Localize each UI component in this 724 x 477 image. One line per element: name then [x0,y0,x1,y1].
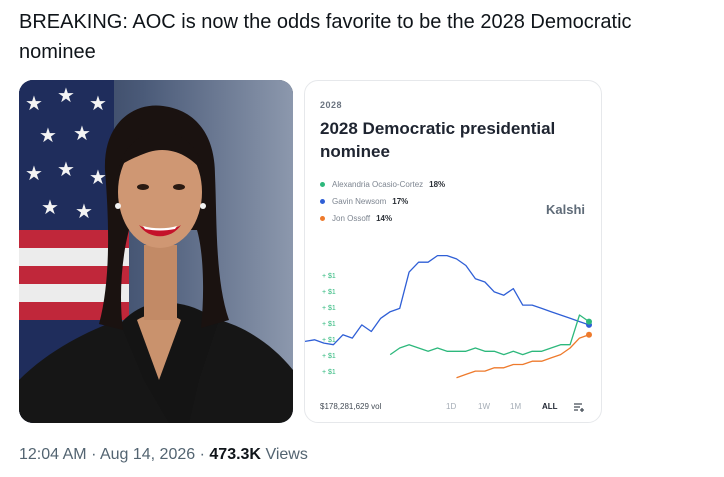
y-tick-label: + $1 [322,305,336,312]
legend-item: Jon Ossoff 14% [320,210,445,227]
svg-text:★: ★ [25,161,43,185]
series-line [305,254,590,346]
legend-name: Gavin Newsom [332,197,387,206]
series-line [389,314,590,356]
svg-text:★: ★ [75,199,93,223]
tweet-meta: 12:04 AM · Aug 14, 2026 · 473.3K Views [19,446,308,464]
svg-text:★: ★ [41,195,59,219]
svg-text:★: ★ [73,121,91,145]
chart-legend: Alexandria Ocasio-Cortez 18% Gavin Newso… [320,176,445,227]
legend-dot-icon [320,182,325,187]
kalshi-logo: Kalshi [545,202,585,217]
legend-item: Alexandria Ocasio-Cortez 18% [320,176,445,193]
y-tick-label: + $1 [322,353,336,360]
y-tick-label: + $1 [322,273,336,280]
tweet-time[interactable]: 12:04 AM [19,446,87,463]
tweet-media[interactable]: ★ ★ ★ ★ ★ ★ ★ ★ ★ ★ 2028 2028 Democratic presi… [19,80,603,424]
svg-text:★: ★ [39,123,57,147]
range-tabs: 1D 1W 1M ALL [446,402,574,411]
y-tick-label: + $1 [322,321,336,328]
series-end-point [586,318,592,325]
odds-card[interactable]: 2028 2028 Democratic presidential nomine… [304,80,602,423]
y-tick-label: + $1 [322,369,336,376]
range-tab-1m[interactable]: 1M [510,402,542,411]
views-count: 473.3K [209,446,261,463]
svg-text:★: ★ [57,83,75,107]
svg-text:★: ★ [25,91,43,115]
meta-separator: · [91,446,97,463]
legend-pct: 18% [429,180,446,189]
portrait-image: ★ ★ ★ ★ ★ ★ ★ ★ ★ ★ [19,80,293,423]
card-kicker: 2028 [320,100,343,110]
series-end-point [586,331,592,338]
legend-dot-icon [320,199,325,204]
volume-label: $178,281,629 vol [320,402,382,411]
tweet-text: BREAKING: AOC is now the odds favorite t… [19,11,632,63]
portrait-photo[interactable]: ★ ★ ★ ★ ★ ★ ★ ★ ★ ★ [19,80,293,423]
legend-pct: 14% [376,214,393,223]
legend-name: Alexandria Ocasio-Cortez [332,180,424,189]
range-tab-1w[interactable]: 1W [478,402,510,411]
line-chart: + $1+ $1+ $1+ $1+ $1+ $1+ $1 [305,254,592,379]
legend-item: Gavin Newsom 17% [320,193,445,210]
legend-name: Jon Ossoff [332,214,371,223]
chart-footer: $178,281,629 vol 1D 1W 1M ALL [320,402,590,416]
series-line [456,334,590,379]
legend-dot-icon [320,216,325,221]
svg-text:★: ★ [89,165,107,189]
legend-pct: 17% [392,197,409,206]
chart-title: 2028 Democratic presidential nominee [320,119,556,161]
meta-separator: · [199,446,205,463]
tweet-date[interactable]: Aug 14, 2026 [100,446,195,463]
range-tab-all[interactable]: ALL [542,402,574,411]
views-label: Views [265,446,308,463]
range-tab-1d[interactable]: 1D [446,402,478,411]
filter-icon[interactable] [573,401,585,413]
svg-text:★: ★ [57,157,75,181]
y-tick-label: + $1 [322,289,336,296]
svg-text:★: ★ [89,91,107,115]
